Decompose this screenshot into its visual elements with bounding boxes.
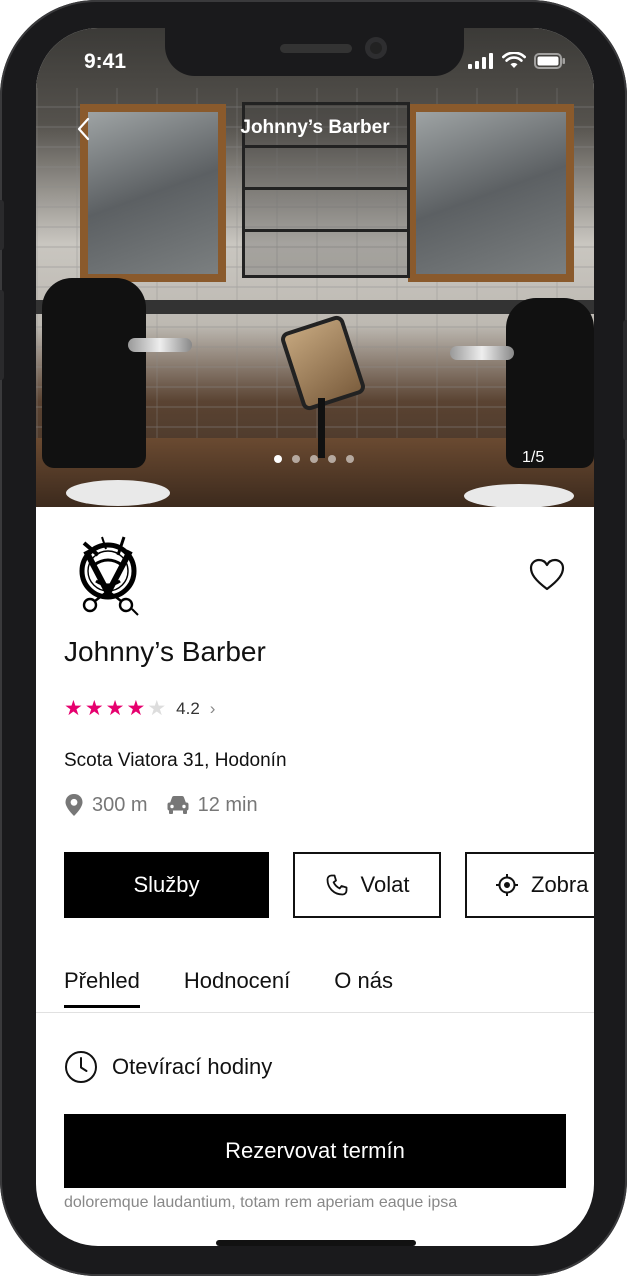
- hero-chair-left-base: [66, 480, 170, 506]
- call-button-label: Volat: [360, 872, 410, 897]
- front-camera: [365, 37, 387, 59]
- services-button[interactable]: Služby: [64, 852, 269, 918]
- home-indicator[interactable]: [216, 1240, 416, 1246]
- carousel-dot[interactable]: [346, 455, 354, 463]
- top-navigation: Johnny’s Barber: [36, 112, 594, 148]
- carousel-dot[interactable]: [292, 455, 300, 463]
- hero-chair-left: [42, 278, 146, 468]
- opening-hours-row[interactable]: Otevírací hodiny: [64, 1050, 272, 1084]
- speaker: [280, 44, 352, 53]
- shop-address: Scota Viatora 31, Hodonín: [64, 750, 287, 771]
- show-on-map-button-label: Zobra: [531, 872, 589, 897]
- wifi-icon: [502, 52, 526, 68]
- action-buttons: Služby Volat Zobra: [64, 852, 594, 918]
- rating-row[interactable]: ★ ★ ★ ★ ★ 4.2 ›: [64, 698, 215, 719]
- favorite-button[interactable]: [529, 558, 565, 592]
- hero-chair-right-arm: [450, 346, 514, 360]
- shop-logo: [79, 536, 139, 616]
- carousel-dot[interactable]: [328, 455, 336, 463]
- tab-overview[interactable]: Přehled: [64, 968, 140, 1008]
- crosshair-icon: [496, 874, 518, 896]
- star-icon: ★: [64, 697, 83, 720]
- hero-title: Johnny’s Barber: [240, 117, 390, 138]
- phone-icon: [326, 874, 347, 896]
- rating-value: 4.2: [176, 698, 200, 718]
- tab-bar: Přehled Hodnocení O nás: [64, 968, 393, 1008]
- location-pin-icon: [65, 794, 83, 816]
- rating-stars: ★ ★ ★ ★ ★: [64, 698, 166, 719]
- chevron-right-icon: ›: [209, 698, 216, 718]
- hero-chair-right-base: [464, 484, 574, 507]
- hero-mirror-stand: [318, 398, 325, 458]
- reserve-button-label: Rezervovat termín: [225, 1138, 405, 1163]
- star-icon: ★: [147, 697, 167, 720]
- carousel-dot[interactable]: [310, 455, 318, 463]
- distance-row: 300 m 12 min: [64, 793, 258, 817]
- star-icon: ★: [84, 697, 104, 720]
- hero-image[interactable]: [36, 28, 594, 507]
- status-icons: [468, 52, 566, 69]
- screen: 9:41 Johnny’s Barber 1/5 Johnny’s Barber…: [36, 28, 594, 1246]
- star-icon: ★: [126, 697, 146, 720]
- car-icon: [167, 796, 189, 814]
- call-button[interactable]: Volat: [293, 852, 441, 918]
- description-text: doloremque laudantium, totam rem aperiam…: [64, 1194, 458, 1211]
- signal-icon: [468, 52, 493, 69]
- hero-chair-right: [506, 298, 594, 468]
- heart-icon: [529, 558, 565, 591]
- star-icon: ★: [105, 697, 125, 720]
- carousel-dots: [274, 455, 354, 463]
- opening-hours-label: Otevírací hodiny: [112, 1054, 273, 1079]
- clock-icon: [65, 1051, 97, 1083]
- drive-time-value: 12 min: [197, 793, 258, 816]
- battery-icon: [534, 52, 565, 69]
- show-on-map-button[interactable]: Zobra: [465, 852, 594, 918]
- services-button-label: Služby: [133, 872, 200, 897]
- notch: [165, 28, 464, 76]
- shop-name: Johnny’s Barber: [64, 636, 266, 667]
- status-time: 9:41: [84, 50, 127, 73]
- phone-side-button: [0, 290, 4, 380]
- tab-reviews[interactable]: Hodnocení: [184, 968, 290, 1008]
- phone-side-button: [0, 200, 4, 250]
- hero-chair-left-arm: [128, 338, 192, 352]
- image-counter: 1/5: [522, 449, 545, 466]
- carousel-dot[interactable]: [274, 455, 282, 463]
- phone-frame: 9:41 Johnny’s Barber 1/5 Johnny’s Barber…: [0, 0, 627, 1276]
- reserve-button[interactable]: Rezervovat termín: [64, 1114, 566, 1188]
- distance-value: 300 m: [92, 793, 148, 816]
- phone-side-button: [623, 320, 627, 440]
- tabs-divider: [36, 1012, 594, 1013]
- tab-about[interactable]: O nás: [334, 968, 393, 1008]
